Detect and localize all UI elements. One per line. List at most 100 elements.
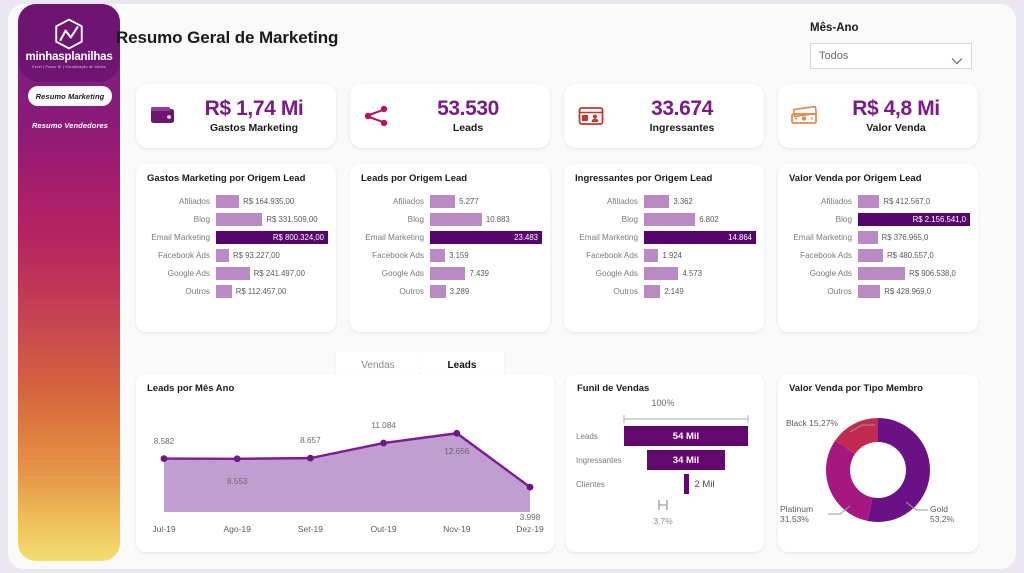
bar-row[interactable]: Outros 3.289 bbox=[356, 282, 542, 300]
bar-track: 6.802 bbox=[644, 212, 756, 226]
funnel-stage-label: Leads bbox=[576, 431, 598, 441]
chart-funil-de-vendas[interactable]: Funil de Vendas 100% Leads 54 Mil Ingressa… bbox=[566, 374, 764, 552]
sidebar-item-resumo-vendedores[interactable]: Resumo Vendedores bbox=[28, 116, 112, 134]
bar-row[interactable]: Google Ads R$ 906.538,0 bbox=[784, 264, 970, 282]
bar-fill[interactable] bbox=[644, 266, 679, 280]
bar-fill[interactable] bbox=[644, 194, 670, 208]
kpi-card-gastos-marketing[interactable]: R$ 1,74 Mi Gastos Marketing bbox=[136, 84, 336, 148]
bar-row[interactable]: Afiliados 5.277 bbox=[356, 192, 542, 210]
funnel-row[interactable]: Leads 54 Mil bbox=[570, 424, 756, 448]
bar-fill[interactable] bbox=[644, 248, 659, 262]
chart-leads-por-mes-ano[interactable]: Leads por Mês Ano 8.582 Jul-19 8.553 Ago-19… bbox=[136, 374, 554, 552]
bar-fill[interactable] bbox=[858, 266, 906, 280]
area-series bbox=[160, 429, 534, 512]
bar-fill[interactable] bbox=[430, 212, 482, 226]
bar-value-label: R$ 241.497,00 bbox=[253, 268, 305, 278]
chart-valor-venda-por-tipo-membro[interactable]: Valor Venda por Tipo Membro Black 15,27%… bbox=[778, 374, 978, 552]
bar-row[interactable]: Email Marketing R$ 376.965,0 bbox=[784, 228, 970, 246]
bar-row[interactable]: Outros R$ 428.969,0 bbox=[784, 282, 970, 300]
bar-row[interactable]: Blog 6.802 bbox=[570, 210, 756, 228]
bar-row[interactable]: Afiliados R$ 164.935,00 bbox=[142, 192, 328, 210]
bar-row[interactable]: Email Marketing R$ 800.324,00 bbox=[142, 228, 328, 246]
bar-fill[interactable] bbox=[216, 284, 232, 298]
bar-row[interactable]: Outros 2.149 bbox=[570, 282, 756, 300]
funnel-bar[interactable]: 34 Mil bbox=[646, 450, 726, 470]
bar-fill[interactable] bbox=[216, 194, 240, 208]
dashboard-page: minhasplanilhas Excel | Power BI | Visua… bbox=[0, 0, 1024, 573]
bar-fill[interactable] bbox=[430, 248, 446, 262]
bar-row[interactable]: Blog R$ 2.156.541,0 bbox=[784, 210, 970, 228]
funnel-row[interactable]: Clientes 2 Mil bbox=[570, 472, 756, 496]
bar-category-label: Afiliados bbox=[393, 196, 424, 206]
kpi-value: R$ 4,8 Mi bbox=[852, 96, 940, 120]
kpi-card-leads[interactable]: 53.530 Leads bbox=[350, 84, 550, 148]
kpi-label: Leads bbox=[452, 122, 484, 135]
bar-category-label: Outros bbox=[185, 286, 210, 296]
bar-track: 1.924 bbox=[644, 248, 756, 262]
bar-row[interactable]: Google Ads 4.573 bbox=[570, 264, 756, 282]
bar-track: 14.864 bbox=[644, 230, 756, 244]
x-axis-tick-label: Ago-19 bbox=[223, 524, 251, 534]
chart-ingressantes-por-origem[interactable]: Ingressantes por Origem Lead Afiliados 3.… bbox=[564, 164, 764, 332]
bar-row[interactable]: Facebook Ads R$ 93.227,00 bbox=[142, 246, 328, 264]
bar-row[interactable]: Facebook Ads 3.159 bbox=[356, 246, 542, 264]
bar-value-label: R$ 906.538,0 bbox=[909, 268, 956, 278]
chart-gastos-marketing-por-origem[interactable]: Gastos Marketing por Origem Lead Afiliad… bbox=[136, 164, 336, 332]
donut-label-black: Black 15,27% bbox=[786, 418, 838, 428]
donut-gold-pct: 53,2% bbox=[930, 514, 955, 525]
bar-row[interactable]: Outros R$ 112.457,00 bbox=[142, 282, 328, 300]
bar-row[interactable]: Facebook Ads R$ 480.557,0 bbox=[784, 246, 970, 264]
sidebar-item-resumo-marketing[interactable]: Resumo Marketing bbox=[28, 86, 112, 106]
bar-value-label: 6.802 bbox=[699, 214, 719, 224]
bar-fill[interactable] bbox=[430, 266, 466, 280]
bar-category-label: Blog bbox=[835, 214, 852, 224]
bar-row[interactable]: Email Marketing 14.864 bbox=[570, 228, 756, 246]
bar-row[interactable]: Google Ads R$ 241.497,00 bbox=[142, 264, 328, 282]
bar-value-label: 1.924 bbox=[662, 250, 682, 260]
chart-title: Valor Venda por Origem Lead bbox=[789, 173, 922, 184]
bar-row[interactable]: Email Marketing 23.483 bbox=[356, 228, 542, 246]
bar-row[interactable]: Google Ads 7.439 bbox=[356, 264, 542, 282]
bar-fill[interactable] bbox=[430, 194, 456, 208]
bar-track: R$ 164.935,00 bbox=[216, 194, 328, 208]
kpi-card-ingressantes[interactable]: 33.674 Ingressantes bbox=[564, 84, 764, 148]
bar-row[interactable]: Afiliados 3.362 bbox=[570, 192, 756, 210]
kpi-card-valor-venda[interactable]: R$ 4,8 Mi Valor Venda bbox=[778, 84, 978, 148]
chart-title: Gastos Marketing por Origem Lead bbox=[147, 173, 306, 184]
bar-fill[interactable] bbox=[858, 248, 883, 262]
funnel-stage-label: Clientes bbox=[576, 479, 605, 489]
chart-leads-por-origem[interactable]: Leads por Origem Lead Afiliados 5.277 Blog… bbox=[350, 164, 550, 332]
bar-fill[interactable] bbox=[216, 266, 250, 280]
logo-tagline: Excel | Power BI | Visualização de Dados bbox=[32, 65, 106, 70]
chart-valor-venda-por-origem[interactable]: Valor Venda por Origem Lead Afiliados R$ … bbox=[778, 164, 978, 332]
funnel-bar[interactable] bbox=[683, 474, 689, 494]
donut-platinum-name: Platinum bbox=[780, 504, 814, 514]
bar-fill[interactable] bbox=[858, 194, 880, 208]
bar-row[interactable]: Blog 10.883 bbox=[356, 210, 542, 228]
bar-fill[interactable] bbox=[858, 284, 881, 298]
bar-row[interactable]: Facebook Ads 1.924 bbox=[570, 246, 756, 264]
bar-fill[interactable] bbox=[216, 212, 263, 226]
donut-platinum-pct: 31,53% bbox=[780, 514, 809, 525]
month-year-slicer[interactable]: Todos bbox=[810, 43, 972, 69]
bar-row[interactable]: Blog R$ 331.509,00 bbox=[142, 210, 328, 228]
funnel-rows: Leads 54 Mil Ingressantes 34 Mil Clientes 2 M… bbox=[570, 424, 756, 496]
funnel-row[interactable]: Ingressantes 34 Mil bbox=[570, 448, 756, 472]
bar-value-label: R$ 480.557,0 bbox=[886, 250, 934, 260]
bar-track: 5.277 bbox=[430, 194, 542, 208]
bar-fill[interactable] bbox=[858, 230, 878, 244]
bar-fill[interactable] bbox=[430, 284, 446, 298]
bar-track: 7.439 bbox=[430, 266, 542, 280]
chart-title: Leads por Mês Ano bbox=[147, 383, 235, 394]
bar-track: R$ 800.324,00 bbox=[216, 230, 328, 244]
funnel-bar[interactable]: 54 Mil bbox=[624, 426, 748, 446]
funnel-value-label: 54 Mil bbox=[672, 430, 700, 442]
slicer-value: Todos bbox=[819, 50, 849, 62]
bar-fill[interactable] bbox=[644, 284, 661, 298]
bar-row[interactable]: Afiliados R$ 412.567,0 bbox=[784, 192, 970, 210]
kpi-value: 53.530 bbox=[437, 96, 499, 120]
donut-slice[interactable] bbox=[826, 440, 873, 521]
bar-fill[interactable] bbox=[644, 212, 696, 226]
bar-category-label: Facebook Ads bbox=[800, 250, 852, 260]
bar-fill[interactable] bbox=[216, 248, 230, 262]
